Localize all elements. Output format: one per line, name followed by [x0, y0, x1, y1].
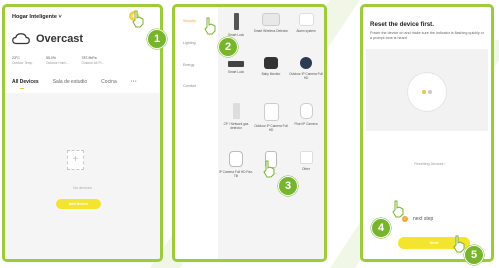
tab-all-devices[interactable]: All Devices: [12, 79, 39, 89]
next-step-checkbox[interactable]: ✓ next step: [402, 216, 433, 222]
no-devices-text: No devices: [73, 186, 92, 190]
device-label: Pixel IP Camera: [294, 122, 318, 126]
baby-monitor-icon: [264, 57, 278, 69]
device-list-area: [5, 93, 160, 259]
device-label: CP / Network gas detector: [223, 122, 249, 130]
phone-add-device-screen: Security Lighting Energy Comfort Smart L…: [172, 4, 327, 262]
add-device-button[interactable]: Add Device: [56, 199, 101, 209]
indicator-light-icon: [422, 90, 426, 94]
gas-detector-icon: [232, 103, 240, 119]
stat-label: Outdoor Air Pr...: [81, 61, 105, 65]
category-lighting[interactable]: Lighting: [183, 41, 196, 45]
hand-pointer-icon: [132, 10, 144, 28]
device-label: Smart Wireless Detector: [253, 29, 289, 33]
device-item[interactable]: Alarm system: [288, 13, 324, 33]
device-label: Baby Monitor: [261, 72, 281, 76]
outdoor-camera-icon: [300, 57, 312, 69]
category-energy[interactable]: Energy: [183, 63, 194, 67]
resetting-devices-link[interactable]: Resetting Devices ›: [366, 162, 491, 166]
cloud-icon: [12, 33, 30, 45]
pan-tilt-camera-icon: [229, 151, 243, 167]
stat-pressure: 787.9hPa Outdoor Air Pr...: [82, 56, 105, 65]
reset-description: Power the device on and make sure the in…: [370, 31, 484, 40]
weather-condition: Overcast: [36, 33, 84, 45]
stat-value: 55.0%: [46, 56, 56, 60]
step-badge-2: 2: [218, 37, 238, 57]
other-icon: [299, 151, 313, 164]
weather-widget: Overcast: [12, 33, 83, 45]
device-illustration: Resetting Devices ›: [366, 49, 488, 166]
device-label: Smart Lock: [227, 70, 245, 74]
stat-label: Outdoor Humi...: [46, 61, 69, 65]
step-badge-4: 4: [371, 218, 391, 238]
stat-value: 23°C: [12, 56, 20, 60]
device-item[interactable]: Baby Monitor: [253, 57, 289, 76]
device-item[interactable]: Smart Lock: [218, 61, 254, 74]
device-item[interactable]: Smart Lock: [218, 13, 254, 37]
device-label: Alarm system: [296, 29, 316, 33]
camera-icon: [299, 103, 313, 119]
reset-title: Reset the device first.: [370, 21, 434, 28]
device-label: IP Camera Full HD Pan-Tilt: [218, 170, 254, 178]
device-item[interactable]: Outdoor IP Camera Full HD: [253, 103, 289, 132]
room-tabs: All Devices Sala de estudio Cocina ···: [12, 79, 138, 89]
device-item[interactable]: Pixel IP Camera: [288, 103, 324, 126]
indicator-dot-icon: [428, 90, 432, 94]
alarm-icon: [298, 13, 314, 26]
category-security[interactable]: Security: [183, 19, 196, 23]
stat-humidity: 55.0% Outdoor Humi...: [46, 56, 69, 65]
hand-pointer-icon: [453, 235, 465, 253]
device-label: Outdoor IP Camera Full HD: [289, 72, 323, 80]
device-item[interactable]: IP Camera Full HD Pan-Tilt: [218, 151, 254, 178]
lock-icon: [228, 61, 244, 67]
category-comfort[interactable]: Comfort: [183, 84, 196, 88]
stat-label: Outdoor Temp.: [12, 61, 34, 65]
step-badge-3: 3: [278, 176, 298, 196]
stat-temperature: 23°C Outdoor Temp.: [12, 56, 33, 65]
checkbox-label: next step: [413, 216, 434, 222]
lock-icon: [233, 13, 239, 30]
hand-pointer-icon: [392, 200, 404, 218]
device-indicator-icon: [407, 72, 447, 112]
home-selector[interactable]: Hogar Inteligente ˅: [12, 14, 62, 20]
phone-home-screen: Hogar Inteligente ˅ + Overcast 23°C Outd…: [2, 4, 163, 262]
hand-pointer-icon: [204, 17, 216, 35]
device-item[interactable]: Outdoor IP Camera Full HD: [288, 57, 324, 80]
device-item[interactable]: Other: [288, 151, 324, 171]
empty-devices-icon: +: [67, 150, 84, 170]
more-tabs-icon[interactable]: ···: [131, 79, 138, 85]
device-item[interactable]: CP / Network gas detector: [218, 103, 254, 130]
camera-icon: [263, 103, 279, 121]
device-label: Smart Lock: [227, 33, 245, 37]
device-label: Other: [302, 167, 310, 171]
stat-value: 787.9hPa: [81, 56, 97, 60]
detector-icon: [262, 13, 280, 26]
device-label: Outdoor IP Camera Full HD: [254, 124, 288, 132]
device-item[interactable]: Smart Wireless Detector: [253, 13, 289, 33]
step-badge-5: 5: [464, 245, 484, 265]
tab-sala-de-estudio[interactable]: Sala de estudio: [53, 79, 87, 85]
hand-pointer-icon: [263, 160, 275, 178]
step-badge-1: 1: [147, 29, 167, 49]
tab-cocina[interactable]: Cocina: [101, 79, 117, 85]
category-sidebar: Security Lighting Energy Comfort: [175, 7, 218, 259]
weather-stats: 23°C Outdoor Temp. 55.0% Outdoor Humi...…: [12, 56, 104, 65]
